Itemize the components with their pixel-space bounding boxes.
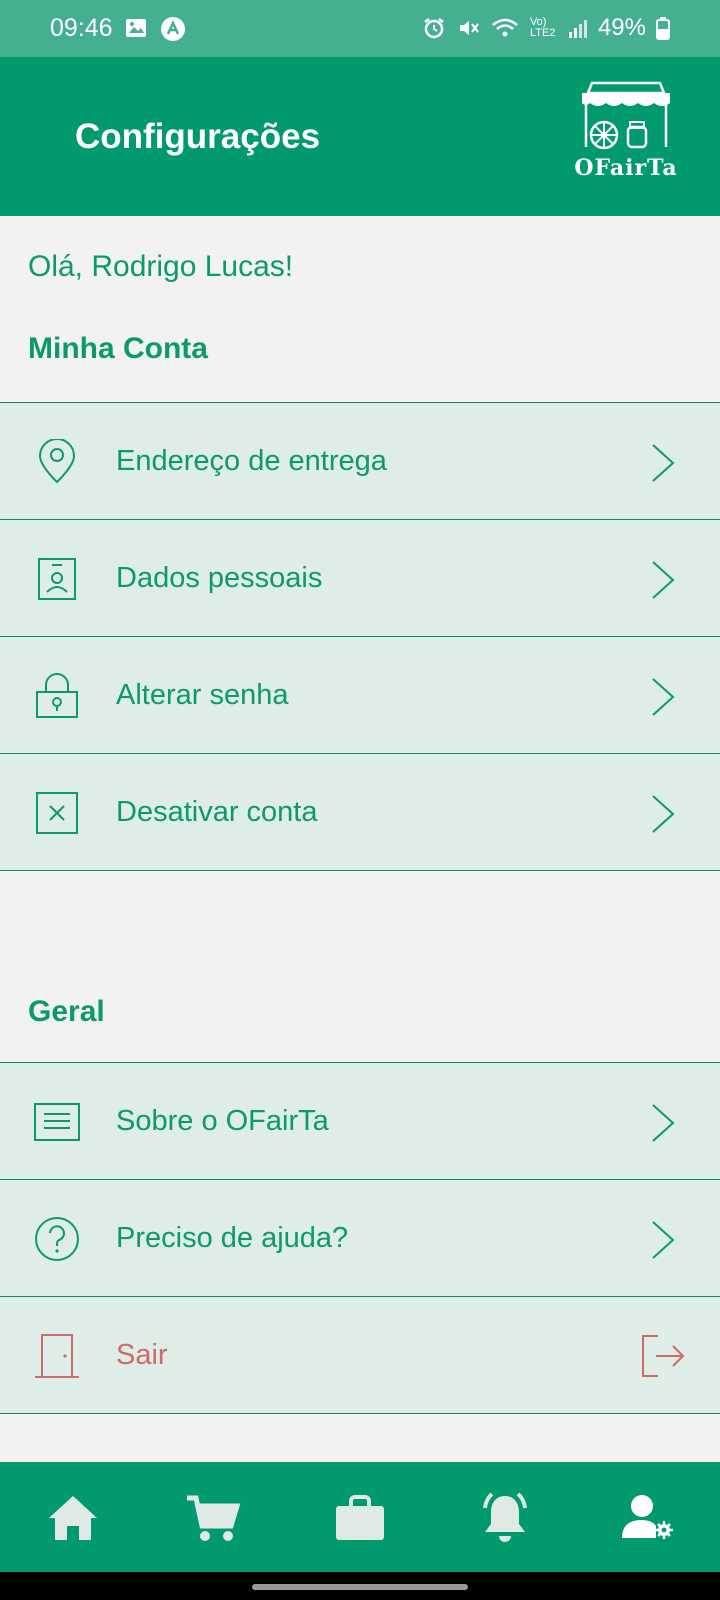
help-label: Preciso de ajuda?: [116, 1222, 349, 1254]
app-header: Configurações OFairTa: [0, 57, 720, 216]
lock-icon: [36, 673, 78, 718]
section-title-account: Minha Conta: [28, 332, 208, 365]
document-icon: [34, 1103, 80, 1141]
signal-icon: [568, 20, 587, 38]
wifi-icon: [492, 18, 518, 37]
help-item[interactable]: Preciso de ajuda?: [0, 1179, 720, 1296]
home-gesture-bar[interactable]: [252, 1584, 468, 1590]
chevron-right-icon: [652, 1104, 675, 1142]
logout-item[interactable]: Sair: [0, 1296, 720, 1414]
section-title-general: Geral: [28, 995, 105, 1028]
bottom-nav: [0, 1462, 720, 1572]
home-icon[interactable]: [45, 1490, 101, 1546]
chevron-right-icon: [652, 444, 675, 482]
chevron-right-icon: [652, 1221, 675, 1259]
general-menu: Sobre o OFairTa Preciso de ajuda? Sair: [0, 1062, 720, 1414]
chevron-right-icon: [652, 561, 675, 599]
network-label: Vo) LTE2: [529, 16, 556, 39]
ofairta-logo: OFairTa: [566, 77, 686, 197]
bag-icon[interactable]: [332, 1490, 388, 1546]
deactivate-account-label: Desativar conta: [116, 796, 318, 828]
cart-icon[interactable]: [185, 1490, 241, 1546]
about-label: Sobre o OFairTa: [116, 1105, 329, 1137]
door-icon: [35, 1334, 79, 1378]
delivery-address-label: Endereço de entrega: [116, 445, 387, 477]
battery-icon: [656, 17, 670, 40]
x-box-icon: [36, 792, 78, 834]
help-circle-icon: [35, 1217, 79, 1261]
app-notification-icon: [161, 17, 185, 41]
chevron-right-icon: [652, 795, 675, 833]
system-nav-bar: [0, 1572, 720, 1600]
market-stall-icon: [582, 81, 670, 150]
deactivate-account-item[interactable]: Desativar conta: [0, 753, 720, 871]
status-bar: 09:46 Vo) LTE2 49%: [0, 0, 720, 57]
user-settings-icon[interactable]: [620, 1490, 676, 1546]
account-menu: Endereço de entrega Dados pessoais Alter…: [0, 402, 720, 871]
personal-data-label: Dados pessoais: [116, 562, 323, 594]
mute-icon: [459, 21, 479, 35]
logout-arrow-icon: [642, 1335, 685, 1377]
about-item[interactable]: Sobre o OFairTa: [0, 1062, 720, 1179]
page-title: Configurações: [75, 117, 321, 156]
gallery-icon: [126, 19, 146, 37]
location-pin-icon: [38, 439, 76, 484]
status-time: 09:46: [50, 14, 113, 42]
delivery-address-item[interactable]: Endereço de entrega: [0, 402, 720, 519]
id-badge-icon: [38, 558, 76, 600]
change-password-item[interactable]: Alterar senha: [0, 636, 720, 753]
greeting-text: Olá, Rodrigo Lucas!: [28, 250, 294, 283]
logout-label: Sair: [116, 1339, 168, 1371]
bell-icon[interactable]: [477, 1490, 533, 1546]
battery-percent: 49%: [597, 14, 646, 41]
chevron-right-icon: [652, 678, 675, 716]
change-password-label: Alterar senha: [116, 679, 289, 711]
alarm-icon: [424, 18, 444, 39]
logo-text: OFairTa: [574, 155, 678, 181]
personal-data-item[interactable]: Dados pessoais: [0, 519, 720, 636]
